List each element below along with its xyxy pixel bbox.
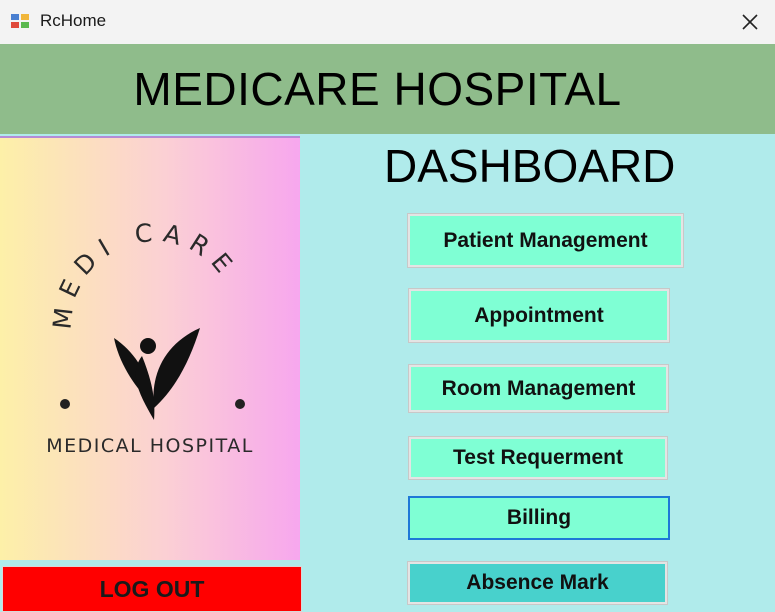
logo-subtitle: MEDICAL HOSPITAL bbox=[46, 435, 254, 457]
patient-management-button[interactable]: Patient Management bbox=[408, 214, 683, 267]
logo-dot-right bbox=[235, 399, 245, 409]
leaf-person-icon bbox=[114, 328, 200, 420]
hospital-title: MEDICARE HOSPITAL bbox=[133, 63, 622, 115]
window-titlebar: RcHome bbox=[0, 0, 775, 44]
dashboard-title: DASHBOARD bbox=[384, 140, 676, 192]
close-button[interactable] bbox=[730, 6, 770, 38]
app-window-icon bbox=[11, 14, 29, 28]
test-requirement-button[interactable]: Test Requerment bbox=[409, 437, 667, 479]
main-panel: MEDI CARE MEDICAL HOSPITAL LOG OUT DASHB… bbox=[0, 134, 775, 612]
logo-panel: MEDI CARE MEDICAL HOSPITAL bbox=[0, 136, 300, 560]
close-icon bbox=[742, 14, 758, 30]
window-title: RcHome bbox=[40, 11, 107, 30]
room-management-button[interactable]: Room Management bbox=[409, 365, 668, 412]
logo-arc-text: MEDI CARE bbox=[47, 218, 243, 331]
logout-button[interactable]: LOG OUT bbox=[2, 566, 302, 612]
header-banner: MEDICARE HOSPITAL bbox=[0, 44, 775, 134]
logo-dot-left bbox=[60, 399, 70, 409]
appointment-button[interactable]: Appointment bbox=[409, 289, 669, 342]
hospital-logo: MEDI CARE MEDICAL HOSPITAL bbox=[46, 218, 254, 457]
billing-button[interactable]: Billing bbox=[408, 496, 670, 540]
absence-mark-button[interactable]: Absence Mark bbox=[408, 562, 667, 604]
